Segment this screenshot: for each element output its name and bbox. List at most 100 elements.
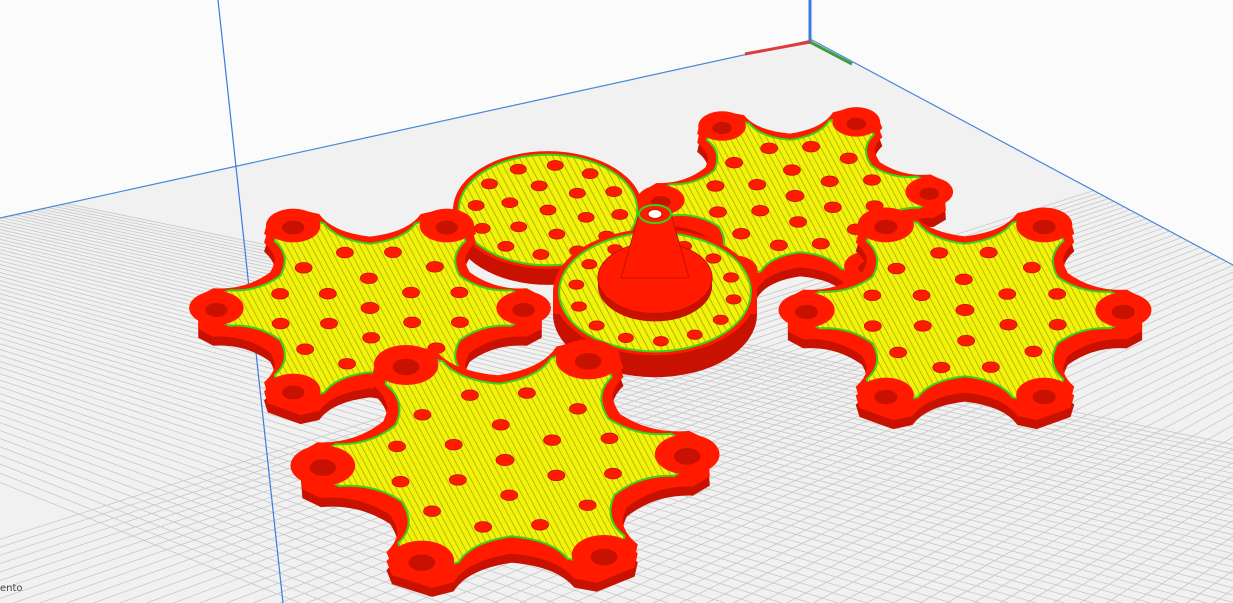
mount-hole	[474, 521, 493, 533]
arm-hole	[846, 117, 867, 130]
arm-hole	[512, 303, 535, 317]
arm-hole	[712, 121, 732, 135]
mount-hole	[712, 314, 729, 325]
mount-hole	[706, 180, 725, 192]
mount-hole	[802, 140, 821, 153]
mount-hole	[360, 302, 380, 314]
mount-hole	[495, 454, 515, 466]
mount-hole	[1024, 345, 1043, 358]
mount-hole	[451, 316, 469, 328]
mount-hole	[467, 200, 485, 211]
mount-hole	[581, 259, 598, 270]
mount-hole	[578, 499, 597, 511]
mount-hole	[604, 467, 622, 480]
mount-hole	[999, 319, 1018, 331]
mount-hole	[605, 186, 623, 197]
mount-hole	[294, 262, 313, 274]
mount-hole	[388, 440, 406, 453]
mount-hole	[581, 168, 599, 180]
mount-hole	[930, 247, 949, 259]
status-hint-text: ento	[0, 583, 23, 594]
mount-hole	[543, 434, 562, 446]
mount-hole	[723, 272, 739, 283]
mount-hole	[820, 175, 839, 188]
mount-hole	[391, 476, 410, 488]
mount-hole	[336, 246, 354, 259]
mount-hole	[402, 286, 420, 299]
build-plate-scene[interactable]	[0, 0, 1233, 603]
mount-hole	[532, 249, 550, 260]
mount-hole	[785, 190, 805, 202]
mount-hole	[548, 228, 566, 240]
mount-hole	[571, 301, 587, 312]
mount-hole	[913, 320, 932, 332]
mount-hole	[413, 409, 432, 421]
mount-hole	[530, 180, 548, 192]
mount-hole	[320, 317, 338, 330]
mount-hole	[318, 288, 337, 300]
arm-hole	[919, 187, 940, 200]
arm-hole	[673, 448, 701, 465]
mount-hole	[957, 335, 976, 347]
mount-hole	[473, 223, 491, 234]
mount-hole	[517, 387, 536, 399]
arm-hole	[282, 220, 305, 235]
mount-hole	[501, 197, 519, 209]
mount-hole	[510, 221, 528, 233]
mount-hole	[296, 343, 315, 355]
mount-hole	[461, 389, 479, 401]
mount-hole	[546, 160, 564, 171]
mount-hole	[568, 187, 586, 199]
mount-hole	[998, 288, 1017, 300]
arm-hole	[874, 389, 898, 405]
mount-hole	[709, 206, 727, 218]
mount-hole	[863, 174, 881, 186]
arm-hole	[408, 554, 436, 571]
arm-hole	[874, 219, 898, 235]
mount-hole	[450, 286, 469, 299]
mount-hole	[547, 469, 566, 482]
mount-hole	[497, 240, 515, 252]
arm-hole	[435, 220, 458, 235]
mount-hole	[979, 246, 998, 259]
mount-hole	[789, 216, 807, 228]
mount-hole	[1048, 319, 1067, 331]
layer-view-3d-viewport[interactable]: ento	[0, 0, 1233, 603]
mount-hole	[491, 419, 510, 431]
mount-hole	[577, 211, 595, 223]
arm-hole	[1032, 219, 1056, 235]
mount-hole	[500, 489, 519, 501]
mount-hole	[981, 361, 1000, 373]
mount-hole	[600, 432, 619, 444]
mount-hole	[889, 346, 908, 359]
mount-hole	[823, 201, 842, 213]
arm-hole	[282, 385, 305, 400]
mount-hole	[425, 261, 444, 273]
mount-hole	[725, 294, 742, 305]
arm-hole	[309, 459, 337, 476]
arm-hole	[1111, 304, 1135, 320]
mount-hole	[839, 152, 858, 164]
mount-hole	[653, 336, 669, 347]
mount-hole	[444, 438, 463, 451]
mount-hole	[480, 178, 498, 190]
arm-hole	[795, 304, 819, 320]
mount-hole	[751, 204, 770, 217]
mount-hole	[863, 320, 882, 332]
mount-hole	[783, 164, 801, 176]
mount-hole	[811, 238, 830, 250]
arm-hole	[205, 303, 228, 317]
mount-hole	[539, 204, 557, 216]
arm-hole	[392, 358, 420, 376]
mount-hole	[531, 519, 549, 531]
arm-hole	[574, 353, 602, 370]
mount-hole	[618, 332, 634, 343]
mount-hole	[705, 253, 722, 264]
mount-hole	[955, 304, 975, 316]
mount-hole	[384, 246, 402, 258]
mount-hole	[423, 505, 441, 517]
mount-hole	[760, 142, 779, 154]
mount-hole	[932, 361, 951, 374]
mount-hole	[732, 228, 751, 240]
mount-hole	[509, 163, 527, 175]
